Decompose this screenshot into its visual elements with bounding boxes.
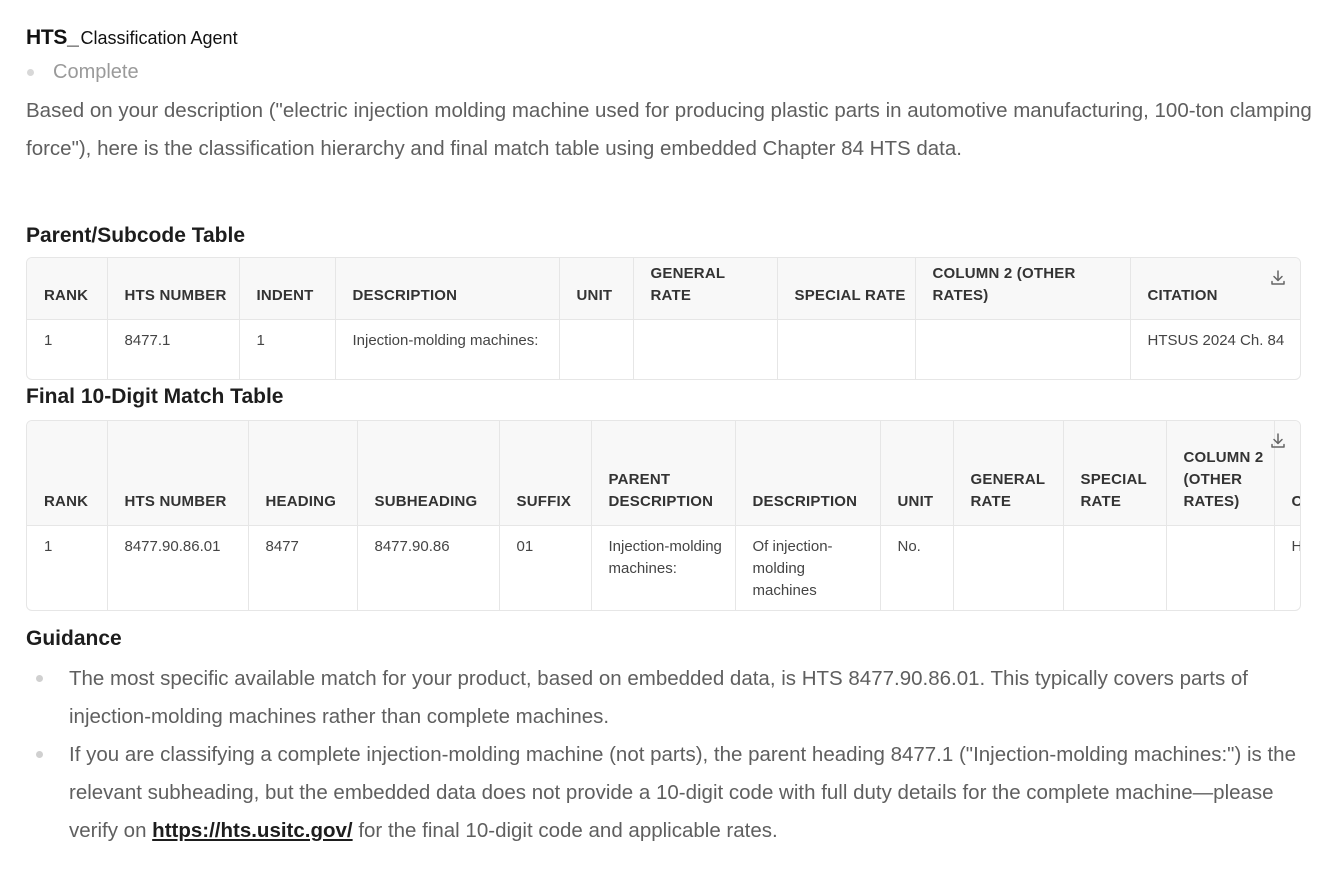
table-row: 1 8477.90.86.01 8477 8477.90.86 01 Injec… [27, 525, 1301, 610]
column-header: HTS NUMBER [107, 421, 249, 526]
table-cell: Injection-molding machines: [335, 319, 560, 379]
table-cell [559, 319, 634, 379]
parent-table-title: Parent/Subcode Table [26, 224, 245, 247]
table-cell [1166, 525, 1275, 610]
table-cell: 8477.1 [107, 319, 240, 379]
guidance-item: If you are classifying a complete inject… [26, 736, 1316, 850]
parent-subcode-table: RANK HTS NUMBER INDENT DESCRIPTION UNIT … [26, 257, 1301, 380]
column-header: DESCRIPTION [335, 258, 560, 320]
column-header: GENERAL RATE [953, 421, 1064, 526]
bullet-icon [36, 751, 43, 758]
table-header-row: RANK HTS NUMBER HEADING SUBHEADING SUFFI… [27, 421, 1300, 526]
table-cell: 1 [239, 319, 336, 379]
column-header: PARENT DESCRIPTION [591, 421, 736, 526]
guidance-item: The most specific available match for yo… [26, 660, 1316, 736]
bullet-icon [36, 675, 43, 682]
app-header: HTS_ Classification Agent [26, 26, 238, 50]
table-cell [1063, 525, 1167, 610]
column-header: INDENT [239, 258, 336, 320]
table-cell [777, 319, 916, 379]
column-header: COLUMN 2 (OTHER RATES) [1166, 421, 1275, 526]
guidance-title: Guidance [26, 627, 122, 650]
final-table-title: Final 10-Digit Match Table [26, 385, 284, 408]
status-label: Complete [53, 61, 139, 83]
column-header: HEADING [248, 421, 358, 526]
column-header: UNIT [880, 421, 954, 526]
table-row: 1 8477.1 1 Injection-molding machines: H… [27, 319, 1300, 379]
column-header: RANK [27, 258, 108, 320]
download-icon[interactable] [1268, 431, 1288, 451]
column-header: UNIT [559, 258, 634, 320]
table-cell: 1 [27, 525, 108, 610]
guidance-text: for the final 10-digit code and applicab… [352, 819, 778, 842]
download-icon[interactable] [1268, 268, 1288, 288]
guidance-text: The most specific available match for yo… [69, 667, 1248, 728]
final-match-table: RANK HTS NUMBER HEADING SUBHEADING SUFFI… [26, 420, 1301, 611]
column-header: SUFFIX [499, 421, 592, 526]
table-cell: Injection-molding machines: [591, 525, 736, 610]
column-header: GENERAL RATE [633, 258, 778, 320]
table-cell: 8477 [248, 525, 358, 610]
column-header: COLUMN 2 (OTHER RATES) [915, 258, 1131, 320]
table-cell [953, 525, 1064, 610]
table-header-row: RANK HTS NUMBER INDENT DESCRIPTION UNIT … [27, 258, 1300, 320]
hts-link[interactable]: https://hts.usitc.gov/ [152, 819, 352, 842]
table-cell: Of injection-molding machines [735, 525, 881, 610]
intro-text: Based on your description ("electric inj… [26, 99, 1312, 160]
app-title: Classification Agent [80, 28, 238, 48]
table-cell [633, 319, 778, 379]
column-header: SPECIAL RATE [777, 258, 916, 320]
column-header: RANK [27, 421, 108, 526]
table-cell: H 8 [1274, 525, 1301, 610]
column-header: DESCRIPTION [735, 421, 881, 526]
table-cell: HTSUS 2024 Ch. 84 [1147, 331, 1285, 349]
table-cell: 8477.90.86 [357, 525, 500, 610]
app-logo: HTS_ [26, 26, 79, 49]
table-cell: 1 [27, 319, 108, 379]
table-cell [915, 319, 1131, 379]
guidance-list: The most specific available match for yo… [26, 660, 1316, 850]
column-header: SUBHEADING [357, 421, 500, 526]
table-cell: 8477.90.86.01 [107, 525, 249, 610]
table-cell: No. [880, 525, 954, 610]
table-cell: 01 [499, 525, 592, 610]
column-header: HTS NUMBER [107, 258, 240, 320]
status-indicator: Complete [26, 61, 139, 84]
status-dot-icon [27, 69, 34, 76]
column-header: SPECIAL RATE [1063, 421, 1167, 526]
